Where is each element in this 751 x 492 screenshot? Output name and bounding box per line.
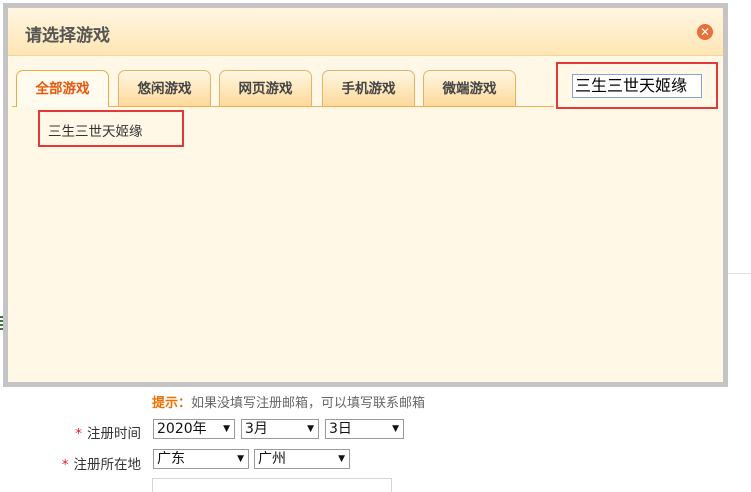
province-value: 广东	[157, 451, 185, 467]
game-select-dialog: 请选择游戏 ✕ 全部游戏 悠闲游戏 网页游戏 手机游戏 微端游戏 三生三世天姬缘…	[3, 3, 728, 387]
close-icon[interactable]: ✕	[697, 24, 713, 40]
search-input[interactable]: 三生三世天姬缘	[572, 74, 702, 98]
province-select[interactable]: 广东 ▼	[153, 449, 249, 469]
reg-time-label: * 注册时间	[75, 422, 141, 442]
year-value: 2020年	[157, 421, 207, 437]
dialog-body: 请选择游戏 ✕ 全部游戏 悠闲游戏 网页游戏 手机游戏 微端游戏 三生三世天姬缘…	[8, 8, 723, 382]
required-mark: *	[75, 426, 82, 442]
dropdown-arrow-icon: ▼	[392, 424, 399, 434]
dropdown-arrow-icon: ▼	[237, 454, 244, 464]
tab-micro-client-games[interactable]: 微端游戏	[423, 70, 516, 106]
day-value: 3日	[329, 421, 352, 437]
reg-time-row: * 注册时间	[0, 420, 141, 442]
result-item[interactable]: 三生三世天姬缘	[48, 120, 143, 140]
year-select[interactable]: 2020年 ▼	[153, 419, 235, 439]
city-value: 广州	[258, 451, 286, 467]
dropdown-arrow-icon: ▼	[338, 454, 345, 464]
dialog-header: 请选择游戏 ✕	[8, 8, 723, 56]
reg-location-row: * 注册所在地	[0, 451, 141, 473]
day-select[interactable]: 3日 ▼	[325, 419, 404, 439]
reg-time-label-text: 注册时间	[87, 426, 141, 442]
tab-all-games[interactable]: 全部游戏	[16, 70, 109, 107]
hint-text: 如果没填写注册邮箱，可以填写联系邮箱	[191, 396, 426, 411]
tab-casual-games[interactable]: 悠闲游戏	[118, 70, 211, 106]
result-highlight: 三生三世天姬缘	[38, 110, 184, 147]
tab-mobile-games[interactable]: 手机游戏	[322, 70, 415, 106]
dropdown-arrow-icon: ▼	[223, 424, 230, 434]
city-select[interactable]: 广州 ▼	[254, 449, 350, 469]
dialog-title: 请选择游戏	[25, 26, 110, 46]
search-highlight: 三生三世天姬缘	[556, 62, 718, 109]
month-select[interactable]: 3月 ▼	[241, 419, 319, 439]
month-value: 3月	[245, 421, 268, 437]
dropdown-arrow-icon: ▼	[307, 424, 314, 434]
reg-location-label: * 注册所在地	[62, 453, 141, 473]
tab-web-games[interactable]: 网页游戏	[219, 70, 312, 106]
hint-prefix: 提示：	[152, 396, 192, 411]
reg-location-label-text: 注册所在地	[73, 457, 142, 473]
required-mark: *	[61, 457, 69, 473]
email-hint: 提示：如果没填写注册邮箱，可以填写联系邮箱	[152, 392, 425, 411]
